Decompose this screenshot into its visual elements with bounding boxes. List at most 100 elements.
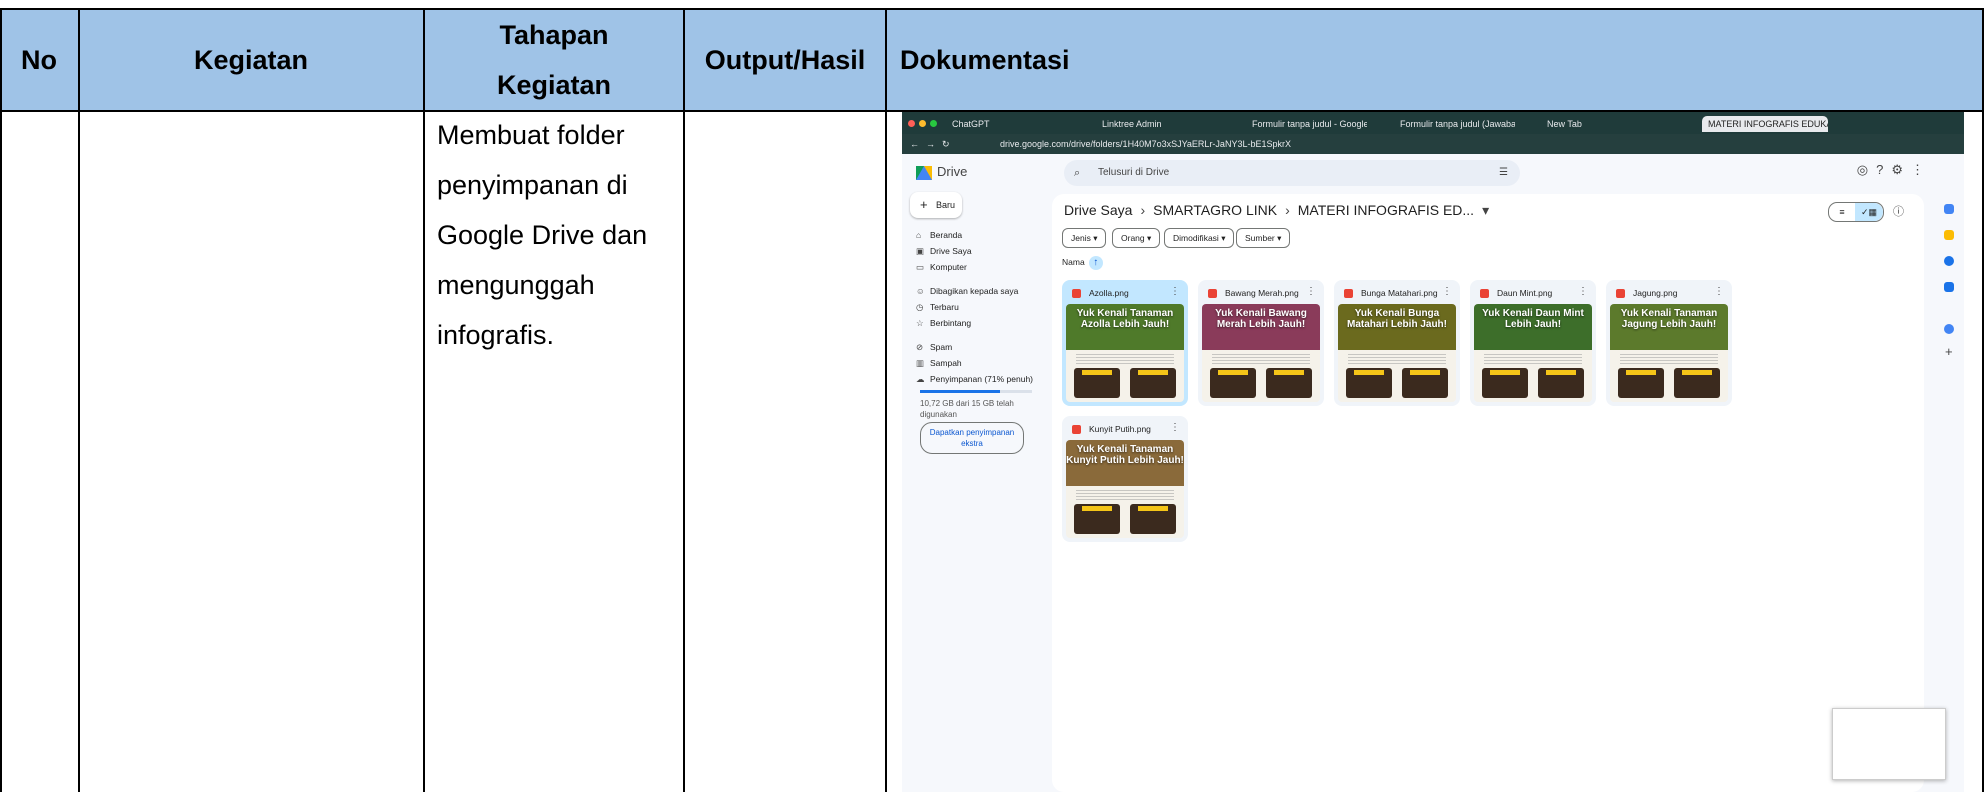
tab-label: Formulir tanpa judul (Jawaba [1400,119,1515,129]
clock-icon: ◷ [916,302,924,312]
offline-icon[interactable]: ◎ [1857,162,1876,177]
view-toggle[interactable]: ≡ ✓▦ [1828,202,1884,222]
header-kegiatan: Kegiatan [78,8,424,111]
settings-icon[interactable]: ⚙ [1891,162,1911,177]
filter-chip[interactable]: Jenis ▾ [1062,228,1107,248]
file-name: Jagung.png [1616,288,1677,299]
info-icon[interactable]: ⓘ [1893,203,1904,219]
file-thumbnail: Yuk Kenali Tanaman Azolla Lebih Jauh! [1066,304,1184,402]
forward-icon[interactable]: → [926,134,935,154]
header-dokumentasi: Dokumentasi [886,8,1984,111]
browser-tab[interactable]: ChatGPT [952,116,1092,132]
file-card[interactable]: Azolla.png ⋮ Yuk Kenali Tanaman Azolla Leb… [1062,280,1188,406]
close-window-icon[interactable] [908,120,915,127]
image-file-icon [1208,289,1217,299]
add-addon-icon[interactable]: + [1945,344,1953,359]
tab-label: MATERI INFOGRAFIS EDUKA [1708,119,1828,129]
file-card[interactable]: Bunga Matahari.png ⋮ Yuk Kenali Bunga Mata… [1334,280,1460,406]
breadcrumb-item[interactable]: Drive Saya [1064,202,1132,218]
contacts-icon[interactable] [1944,282,1954,292]
drive-screenshot: ChatGPT Linktree Admin Formulir tanpa ju… [902,112,1964,792]
browser-tab[interactable]: Formulir tanpa judul (Jawaba [1400,116,1515,132]
tahapan-cell-text: Membuat folder penyimpanan di Google Dri… [437,120,648,350]
thumbnail-title: Yuk Kenali Tanaman Jagung Lebih Jauh! [1620,308,1718,330]
keep-icon[interactable] [1944,230,1954,240]
browser-tab[interactable]: Formulir tanpa judul - Google [1252,116,1367,132]
gemini-icon[interactable] [1944,324,1954,334]
back-icon[interactable]: ← [910,134,919,154]
breadcrumb-item[interactable]: SMARTAGRO LINK [1153,202,1277,218]
filter-icon[interactable]: ☰ [1499,160,1508,186]
nav-item-beranda[interactable]: ⌂ Beranda [916,230,962,240]
file-name: Kunyit Putih.png [1072,424,1151,435]
get-more-storage-button[interactable]: Dapatkan penyimpanan ekstra [920,422,1024,454]
image-file-icon [1072,425,1081,435]
filter-chip[interactable]: Dimodifikasi ▾ [1164,228,1235,248]
image-file-icon [1480,289,1489,299]
more-options-icon[interactable]: ⋮ [1306,286,1316,297]
nav-item-penyimpanan[interactable]: ☁ Penyimpanan (71% penuh) [916,374,1033,385]
breadcrumb-item[interactable]: MATERI INFOGRAFIS ED... [1298,202,1474,218]
thumbnail-title: Yuk Kenali Bawang Merah Lebih Jauh! [1215,308,1307,330]
search-input[interactable]: ⌕ Telusuri di Drive ☰ [1064,160,1520,186]
url-text[interactable]: drive.google.com/drive/folders/1H40M7o3x… [1000,134,1291,154]
chevron-down-icon: ▾ [1482,202,1490,218]
file-card[interactable]: Bawang Merah.png ⋮ Yuk Kenali Bawang Merah… [1198,280,1324,406]
filter-chip[interactable]: Sumber ▾ [1236,228,1291,248]
nav-item-drive-saya[interactable]: ▣ Drive Saya [916,246,972,257]
more-options-icon[interactable]: ⋮ [1442,286,1452,297]
nav-item-komputer[interactable]: ▭ Komputer [916,262,967,273]
filter-chip[interactable]: Orang ▾ [1112,228,1161,248]
drive-logo[interactable]: Drive [916,164,967,180]
nav-item-spam[interactable]: ⊘ Spam [916,342,952,353]
tasks-icon[interactable] [1944,256,1954,266]
top-icons: ◎?⚙⋮ [1857,162,1932,178]
more-options-icon[interactable]: ⋮ [1714,286,1724,297]
nav-item-shared[interactable]: ☺ Dibagikan kepada saya [916,286,1018,296]
table-border-top [0,8,1984,10]
people-icon: ☺ [916,286,925,296]
thumbnail-title: Yuk Kenali Tanaman Azolla Lebih Jauh! [1076,308,1174,330]
apps-icon[interactable]: ⋮ [1911,162,1932,177]
browser-tab[interactable]: New Tab [1547,116,1637,132]
file-card[interactable]: Daun Mint.png ⋮ Yuk Kenali Daun Mint Lebih… [1470,280,1596,406]
thumbnail-title: Yuk Kenali Bunga Matahari Lebih Jauh! [1346,308,1447,330]
drive-app: Drive ⌕ Telusuri di Drive ☰ ◎?⚙⋮ P +Baru… [902,154,1964,792]
storage-bar-fill [920,390,1000,393]
file-thumbnail: Yuk Kenali Tanaman Jagung Lebih Jauh! [1610,304,1728,402]
more-options-icon[interactable]: ⋮ [1578,286,1588,297]
address-bar[interactable]: ← → ↻ drive.google.com/drive/folders/1H4… [902,134,1964,154]
sort-label[interactable]: Nama ↑ [1062,256,1103,270]
header-tahapan: Tahapan Kegiatan [424,8,684,111]
minimize-window-icon[interactable] [919,120,926,127]
new-button[interactable]: + Baru [910,192,962,218]
file-card[interactable]: Kunyit Putih.png ⋮ Yuk Kenali Tanaman Kuny… [1062,416,1188,542]
more-options-icon[interactable]: ⋮ [1170,286,1180,297]
drive-logo-label: Drive [937,164,968,179]
cloud-icon: ☁ [916,374,925,384]
help-icon[interactable]: ? [1876,162,1891,177]
calendar-icon[interactable] [1944,204,1954,214]
drive-logo-icon [916,165,932,180]
file-name: Azolla.png [1072,288,1129,299]
file-thumbnail: Yuk Kenali Daun Mint Lebih Jauh! [1474,304,1592,402]
tab-label: ChatGPT [952,119,990,129]
nav-item-terbaru[interactable]: ◷ Terbaru [916,302,959,313]
reload-icon[interactable]: ↻ [942,134,950,154]
file-card[interactable]: Jagung.png ⋮ Yuk Kenali Tanaman Jagung Leb… [1606,280,1732,406]
col-line [0,8,2,792]
browser-tab[interactable]: Linktree Admin [1102,116,1232,132]
trash-icon: ▥ [916,358,925,368]
more-options-icon[interactable]: ⋮ [1170,422,1180,433]
main-panel: Drive Saya › SMARTAGRO LINK › MATERI INFOGRA… [1052,194,1924,792]
storage-bar [920,390,1032,393]
image-file-icon [1616,289,1625,299]
nav-item-sampah[interactable]: ▥ Sampah [916,358,962,369]
computer-icon: ▭ [916,262,925,272]
maximize-window-icon[interactable] [930,120,937,127]
search-placeholder: Telusuri di Drive [1098,167,1170,178]
browser-tab-active[interactable]: MATERI INFOGRAFIS EDUKA [1702,116,1828,132]
nav-item-berbintang[interactable]: ☆ Berbintang [916,318,971,329]
search-icon: ⌕ [1074,167,1081,179]
storage-text: 10,72 GB dari 15 GB telah digunakan [920,399,1014,419]
